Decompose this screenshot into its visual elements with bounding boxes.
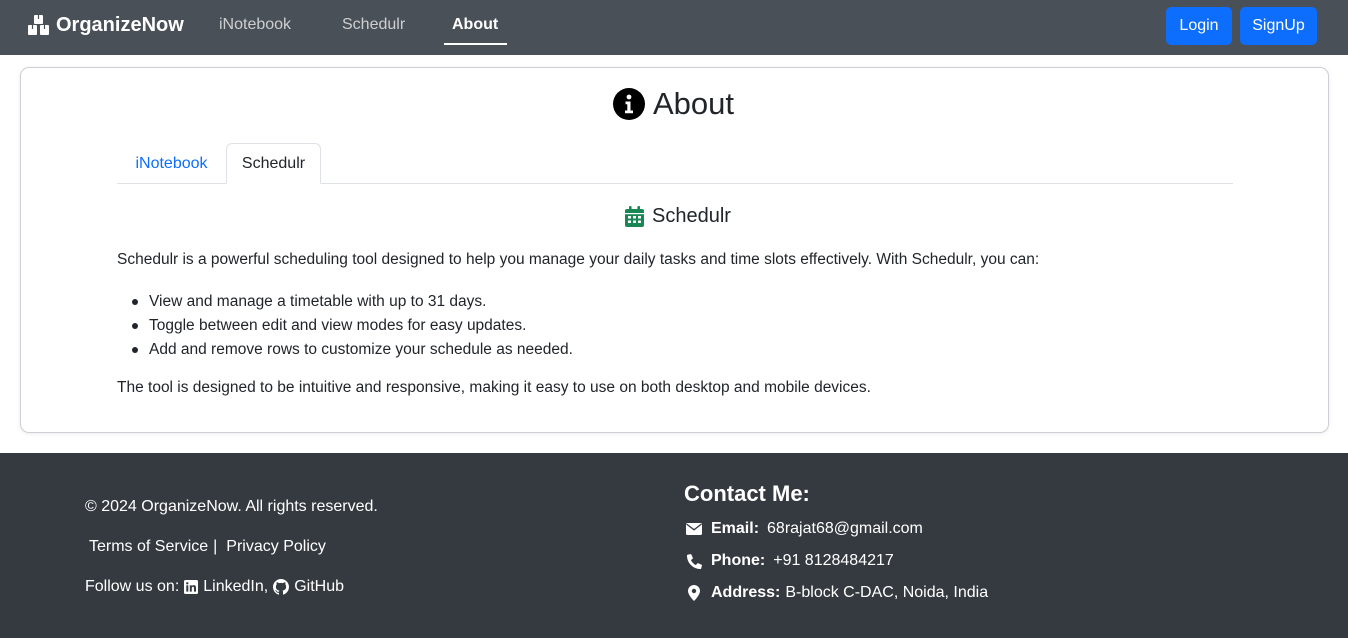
outro-text: The tool is designed to be intuitive and… bbox=[117, 379, 871, 396]
github-icon bbox=[273, 579, 290, 595]
calendar-icon bbox=[625, 206, 644, 227]
phone-label: Phone: bbox=[711, 552, 766, 569]
terms-link[interactable]: Terms of Service bbox=[89, 538, 208, 556]
list-item: Toggle between edit and view modes for e… bbox=[132, 314, 573, 338]
linkedin-link[interactable]: LinkedIn, bbox=[184, 578, 268, 596]
copyright-text: © 2024 OrganizeNow. All rights reserved. bbox=[85, 498, 378, 515]
phone-value: +91 8128484217 bbox=[773, 552, 894, 569]
github-label: GitHub bbox=[294, 578, 344, 595]
linkedin-label: LinkedIn, bbox=[203, 578, 269, 595]
email-value[interactable]: 68rajat68@gmail.com bbox=[767, 520, 923, 538]
active-nav-indicator bbox=[444, 43, 507, 45]
follow-row: Follow us on: LinkedIn, GitHub bbox=[85, 578, 344, 596]
list-item: View and manage a timetable with up to 3… bbox=[132, 290, 573, 314]
email-label: Email: bbox=[711, 520, 760, 537]
address-label: Address: bbox=[711, 584, 781, 601]
contact-title: Contact Me: bbox=[684, 481, 810, 506]
section-title-text: Schedulr bbox=[652, 205, 731, 227]
page-title: About bbox=[613, 86, 734, 122]
follow-label: Follow us on: bbox=[85, 578, 180, 595]
tab-inotebook[interactable]: iNotebook bbox=[117, 143, 226, 184]
tab-schedulr[interactable]: Schedulr bbox=[226, 143, 321, 184]
link-separator: | bbox=[213, 538, 218, 555]
footer: © 2024 OrganizeNow. All rights reserved.… bbox=[0, 453, 1348, 638]
intro-text: Schedulr is a powerful scheduling tool d… bbox=[117, 251, 1040, 268]
address-value: B-block C-DAC, Noida, India bbox=[785, 584, 989, 601]
signup-button[interactable]: SignUp bbox=[1240, 7, 1317, 45]
login-button[interactable]: Login bbox=[1166, 7, 1232, 45]
phone-icon bbox=[686, 553, 702, 569]
map-pin-icon bbox=[688, 585, 700, 601]
top-navbar: OrganizeNow iNotebook Schedulr About Log… bbox=[0, 0, 1348, 55]
contact-email-row: Email: 68rajat68@gmail.com bbox=[684, 520, 923, 538]
page-title-text: About bbox=[653, 86, 735, 121]
brand-name: OrganizeNow bbox=[56, 14, 184, 36]
linkedin-icon bbox=[184, 580, 199, 594]
footer-policy-links: Terms of Service | Privacy Policy bbox=[89, 538, 326, 556]
contact-phone-row: Phone: +91 8128484217 bbox=[684, 552, 894, 570]
github-link[interactable]: GitHub bbox=[273, 578, 344, 596]
nav-link-inotebook[interactable]: iNotebook bbox=[219, 16, 291, 34]
cubes-icon bbox=[28, 15, 49, 35]
contact-address-row: Address: B-block C-DAC, Noida, India bbox=[684, 584, 988, 602]
info-circle-icon bbox=[613, 88, 645, 120]
nav-link-schedulr[interactable]: Schedulr bbox=[342, 16, 405, 34]
section-title: Schedulr bbox=[625, 205, 731, 228]
feature-list: View and manage a timetable with up to 3… bbox=[132, 290, 573, 362]
nav-link-about[interactable]: About bbox=[452, 16, 498, 34]
brand-link[interactable]: OrganizeNow bbox=[27, 14, 184, 37]
envelope-icon bbox=[686, 523, 702, 535]
privacy-link[interactable]: Privacy Policy bbox=[226, 538, 326, 556]
list-item: Add and remove rows to customize your sc… bbox=[132, 338, 573, 362]
